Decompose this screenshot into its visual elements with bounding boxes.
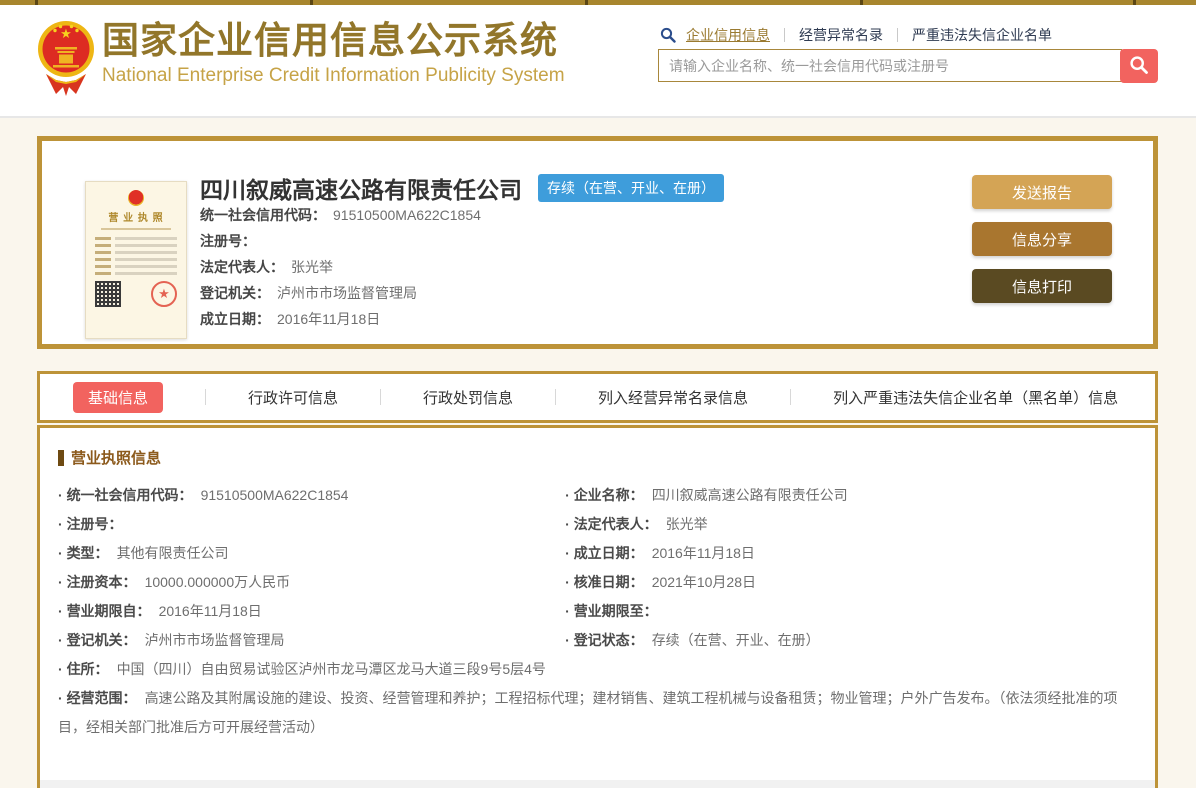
field-term-start: 营业期限自：2016年11月18日 [58,597,565,626]
tab-basic-info[interactable]: 基础信息 [73,382,163,413]
tab-administrative-license[interactable]: 行政许可信息 [248,387,338,408]
license-decor-row [95,265,177,268]
field-registration-authority: 登记机关：泸州市市场监督管理局 [200,285,481,302]
field-registration-number: 注册号： [200,233,481,250]
info-tabs: 基础信息 行政许可信息 行政处罚信息 列入经营异常名录信息 列入严重违法失信企业… [37,371,1158,423]
field-establishment-date: 成立日期：2016年11月18日 [200,311,481,328]
field-registration-status: 登记状态：存续（在营、开业、在册） [565,626,1137,655]
svg-text:★: ★ [60,26,72,41]
nav-link-credit-info[interactable]: 企业信用信息 [686,25,770,45]
print-info-button[interactable]: 信息打印 [972,269,1112,303]
section-title-row: 营业执照信息 [58,447,1137,468]
field-legal-representative: 法定代表人：张光举 [200,259,481,276]
field-address: 住所：中国（四川）自由贸易试验区泸州市龙马潭区龙马大道三段9号5层4号 [58,655,1137,684]
search-icon [660,27,676,43]
field-approval-date: 核准日期：2021年10月28日 [565,568,1137,597]
tab-abnormal-operation-list[interactable]: 列入经营异常名录信息 [598,387,748,408]
page-bottom-strip [40,780,1155,788]
search-button[interactable] [1120,49,1158,83]
qr-code [95,281,121,307]
company-header: 四川叙威高速公路有限责任公司 存续（在营、开业、在册） [200,171,724,205]
field-registration-authority: 登记机关：泸州市市场监督管理局 [58,626,565,655]
search-input[interactable] [658,49,1122,82]
search-icon [1129,55,1149,78]
field-company-name: 企业名称：四川叙威高速公路有限责任公司 [565,481,1137,510]
nav-divider [897,28,898,42]
section-title: 营业执照信息 [71,447,161,468]
search-bar [658,49,1157,83]
tab-divider [205,389,206,405]
field-credit-code: 统一社会信用代码：91510500MA622C1854 [200,207,481,224]
license-decor-row [95,258,177,261]
field-credit-code: 统一社会信用代码：91510500MA622C1854 [58,481,565,510]
page: ★ 国家企业信用信息公示系统 National Enterprise Credi… [0,0,1196,788]
business-license-thumbnail[interactable]: 营 业 执 照 ★ [85,181,187,339]
nav-link-abnormal-list[interactable]: 经营异常名录 [799,25,883,45]
section-marker [58,450,64,466]
send-report-button[interactable]: 发送报告 [972,175,1112,209]
red-seal-icon: ★ [151,281,177,307]
nav-link-blacklist[interactable]: 严重违法失信企业名单 [912,25,1052,45]
company-key-fields: 统一社会信用代码：91510500MA622C1854 注册号： 法定代表人：张… [200,207,481,337]
site-subtitle: National Enterprise Credit Information P… [102,65,565,87]
license-decor-row [95,251,177,254]
license-decor-row [95,272,177,275]
status-badge: 存续（在营、开业、在册） [538,174,724,202]
company-name: 四川叙威高速公路有限责任公司 [200,171,522,205]
nav-divider [784,28,785,42]
company-summary-card: 营 业 执 照 ★ 四川叙威高速公路有限责任公司 存续（在营、开业、在册） 统一… [37,136,1158,349]
site-title-block: 国家企业信用信息公示系统 National Enterprise Credit … [102,18,565,87]
tab-serious-violation-blacklist[interactable]: 列入严重违法失信企业名单（黑名单）信息 [833,387,1118,408]
field-company-type: 类型：其他有限责任公司 [58,539,565,568]
site-header: ★ 国家企业信用信息公示系统 National Enterprise Credi… [0,5,1196,118]
tab-divider [790,389,791,405]
share-info-button[interactable]: 信息分享 [972,222,1112,256]
tab-divider [380,389,381,405]
field-registered-capital: 注册资本：10000.000000万人民币 [58,568,565,597]
license-info-panel: 营业执照信息 统一社会信用代码：91510500MA622C1854 企业名称：… [37,425,1158,788]
license-thumb-title: 营 业 执 照 [95,209,177,224]
license-decor-row [95,244,177,247]
field-establishment-date: 成立日期：2016年11月18日 [565,539,1137,568]
header-nav: 企业信用信息 经营异常名录 严重违法失信企业名单 [660,25,1052,45]
national-emblem-logo: ★ [36,16,96,105]
card-action-buttons: 发送报告 信息分享 信息打印 [972,175,1112,303]
tab-divider [555,389,556,405]
license-info-wide-rows: 住所：中国（四川）自由贸易试验区泸州市龙马潭区龙马大道三段9号5层4号 经营范围… [58,655,1137,742]
license-decor-line [101,228,171,230]
license-decor-bottom: ★ [95,281,177,307]
tab-administrative-penalty[interactable]: 行政处罚信息 [423,387,513,408]
license-decor-row [95,237,177,240]
field-term-end: 营业期限至： [565,597,1137,626]
site-title: 国家企业信用信息公示系统 [102,18,565,64]
field-legal-representative: 法定代表人：张光举 [565,510,1137,539]
license-emblem-icon [128,190,144,206]
license-info-grid: 统一社会信用代码：91510500MA622C1854 企业名称：四川叙威高速公… [58,481,1137,655]
field-registration-number: 注册号： [58,510,565,539]
field-business-scope: 经营范围：高速公路及其附属设施的建设、投资、经营管理和养护；工程招标代理；建材销… [58,684,1137,742]
